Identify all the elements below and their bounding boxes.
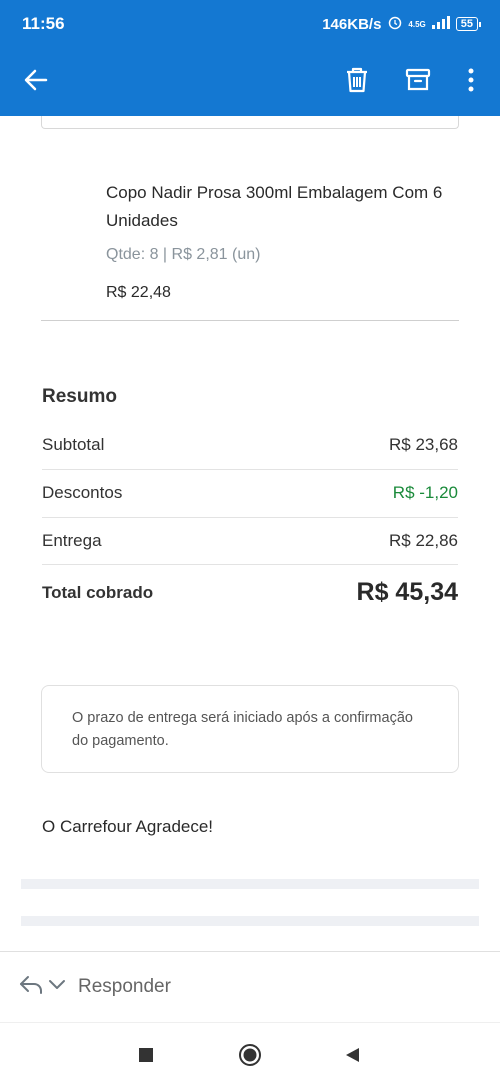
discount-value: R$ -1,20	[392, 483, 458, 502]
network-type-label: 4.5G	[408, 19, 426, 29]
reply-bar[interactable]: Responder	[0, 952, 500, 1022]
divider	[42, 564, 458, 565]
back-triangle-icon[interactable]	[340, 1043, 364, 1067]
divider	[41, 320, 459, 321]
product-total-price: R$ 22,48	[106, 284, 171, 301]
divider	[42, 517, 458, 518]
discount-label: Descontos	[42, 483, 123, 502]
signal-icon	[431, 14, 451, 34]
system-nav-bar	[0, 1022, 500, 1083]
placeholder-stripe	[21, 879, 479, 889]
product-quantity-price: Qtde: 8 | R$ 2,81 (un)	[106, 246, 261, 263]
home-circle-icon[interactable]	[238, 1043, 262, 1067]
status-bar: 11:56 146KB/s 4.5G 55	[0, 0, 500, 48]
reply-button[interactable]: Responder	[78, 976, 171, 998]
divider	[42, 469, 458, 470]
status-icons: 4.5G 55	[387, 14, 482, 35]
network-speed: 146KB/s	[322, 15, 382, 33]
total-label: Total cobrado	[42, 582, 154, 602]
status-time: 11:56	[22, 14, 65, 33]
subtotal-label: Subtotal	[42, 435, 105, 454]
subtotal-value: R$ 23,68	[389, 435, 458, 454]
back-arrow-icon[interactable]	[20, 64, 52, 96]
trash-icon[interactable]	[341, 64, 373, 96]
thanks-message: O Carrefour Agradece!	[42, 817, 214, 836]
chevron-down-icon[interactable]	[48, 978, 66, 996]
alarm-icon	[387, 14, 403, 35]
total-value: R$ 45,34	[356, 578, 458, 606]
summary-row-discount: Descontos R$ -1,20	[42, 483, 458, 503]
more-vert-icon[interactable]	[455, 64, 487, 96]
app-bar	[0, 56, 500, 104]
placeholder-stripe	[21, 916, 479, 926]
summary-row-subtotal: Subtotal R$ 23,68	[42, 435, 458, 455]
battery-indicator: 55	[455, 17, 482, 31]
delivery-label: Entrega	[42, 531, 102, 550]
status-right: 146KB/s 4.5G 55	[322, 14, 482, 35]
summary-row-delivery: Entrega R$ 22,86	[42, 531, 458, 551]
archive-icon[interactable]	[402, 64, 434, 96]
previous-card-edge	[41, 116, 459, 129]
top-app-header: 11:56 146KB/s 4.5G 55	[0, 0, 500, 116]
product-name: Copo Nadir Prosa 300ml Embalagem Com 6 U…	[106, 183, 443, 230]
delivery-notice: O prazo de entrega será iniciado após a …	[41, 685, 459, 773]
delivery-value: R$ 22,86	[389, 531, 458, 550]
recents-square-icon[interactable]	[134, 1043, 158, 1067]
reply-icon[interactable]	[18, 974, 44, 1001]
reply-icons	[18, 974, 66, 1001]
summary-row-total: Total cobrado R$ 45,34	[42, 578, 458, 607]
summary-title: Resumo	[42, 386, 117, 407]
